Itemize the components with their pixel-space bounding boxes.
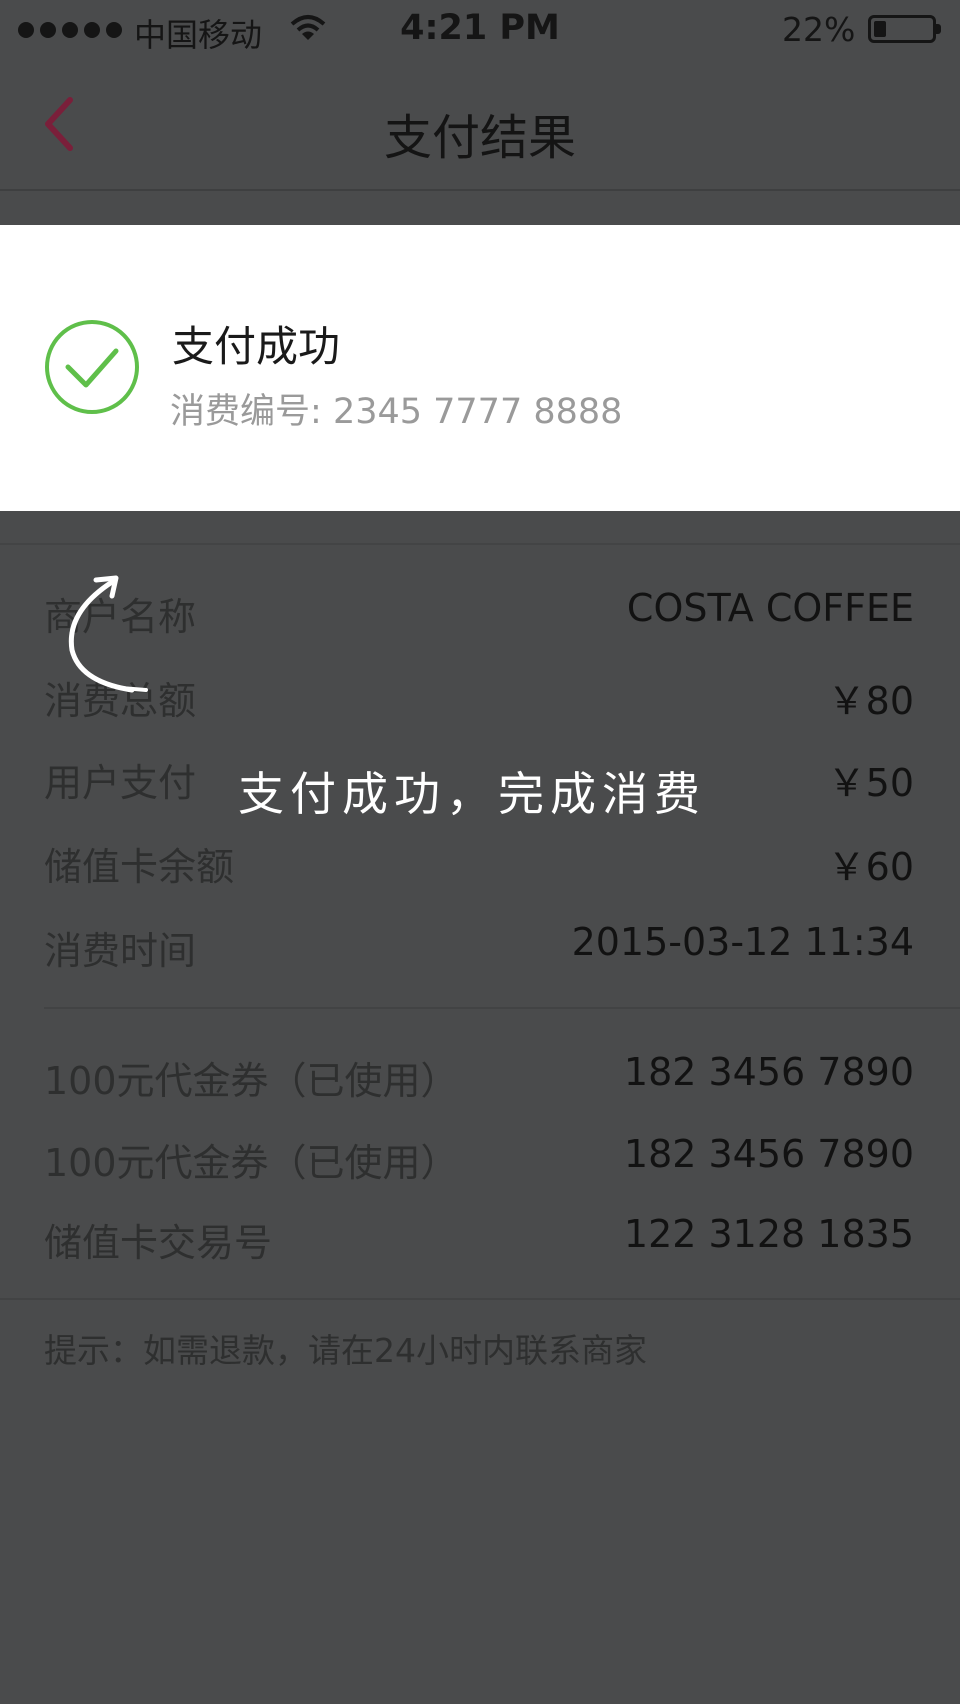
check-circle-icon <box>45 320 139 414</box>
battery-percent: 22% <box>782 10 856 49</box>
transaction-label: 储值卡交易号 <box>44 1221 273 1265</box>
detail-label: 用户支付 <box>44 761 197 805</box>
detail-label: 储值卡余额 <box>44 845 235 889</box>
detail-value: ￥80 <box>827 679 914 723</box>
voucher-row: 100元代金券（已使用） 182 3456 7890 <box>44 1050 914 1103</box>
battery-icon <box>868 15 936 43</box>
detail-value: ￥50 <box>827 761 914 805</box>
detail-row-card-balance: 储值卡余额 ￥60 <box>44 836 914 889</box>
order-number: 2345 7777 8888 <box>332 392 623 432</box>
detail-row-total: 消费总额 ￥80 <box>44 670 914 723</box>
voucher-row: 100元代金券（已使用） 182 3456 7890 <box>44 1132 914 1185</box>
detail-value: ￥60 <box>827 845 914 889</box>
page-title: 支付结果 <box>383 110 576 166</box>
section-divider <box>0 1298 960 1300</box>
voucher-value: 182 3456 7890 <box>623 1050 914 1094</box>
curved-arrow-icon <box>68 575 148 693</box>
detail-value: COSTA COFFEE <box>626 586 914 630</box>
voucher-label: 100元代金券（已使用） <box>44 1059 459 1103</box>
row-divider <box>44 1007 960 1009</box>
status-bar: 中国移动 4:21 PM 22% <box>0 0 960 58</box>
transaction-row: 储值卡交易号 122 3128 1835 <box>44 1212 914 1265</box>
detail-row-time: 消费时间 2015-03-12 11:34 <box>44 920 914 973</box>
voucher-value: 182 3456 7890 <box>623 1132 914 1176</box>
detail-row-merchant: 商户名称 COSTA COFFEE <box>44 586 914 639</box>
voucher-label: 100元代金券（已使用） <box>44 1141 459 1185</box>
order-label: 消费编号: <box>170 392 322 432</box>
payment-result-card: 支付成功 消费编号: 2345 7777 8888 <box>0 225 960 511</box>
order-number-line: 消费编号: 2345 7777 8888 <box>170 383 622 434</box>
detail-value: 2015-03-12 11:34 <box>571 920 914 964</box>
battery-cap <box>936 24 941 34</box>
refund-tip: 提示：如需退款，请在24小时内联系商家 <box>44 1331 647 1370</box>
section-divider <box>0 543 960 545</box>
overlay-annotation: 支付成功，完成消费 <box>238 767 706 821</box>
transaction-value: 122 3128 1835 <box>623 1212 914 1256</box>
navigation-bar: 支付结果 <box>0 58 960 191</box>
result-title: 支付成功 <box>172 322 341 371</box>
detail-label: 消费时间 <box>44 929 197 973</box>
